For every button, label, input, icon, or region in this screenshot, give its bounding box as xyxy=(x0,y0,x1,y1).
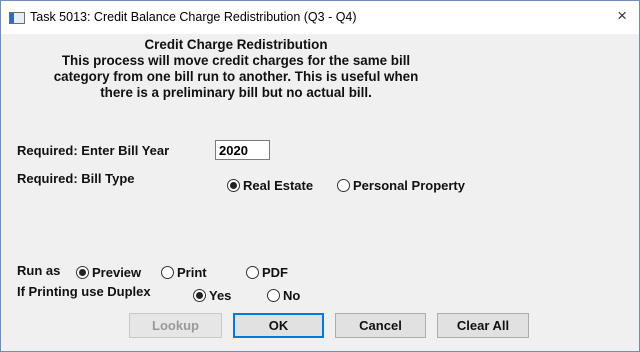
ok-button[interactable]: OK xyxy=(233,313,324,338)
close-icon[interactable]: × xyxy=(617,6,627,26)
title-bar[interactable]: Task 5013: Credit Balance Charge Redistr… xyxy=(1,1,639,34)
radio-preview[interactable]: Preview xyxy=(76,265,141,280)
radio-duplex-no-label: No xyxy=(283,288,301,303)
radio-personal-property-label: Personal Property xyxy=(353,178,465,193)
radio-pdf-label: PDF xyxy=(262,265,288,280)
description-title: Credit Charge Redistribution xyxy=(144,37,328,52)
radio-pdf-icon xyxy=(246,266,259,279)
radio-pdf[interactable]: PDF xyxy=(246,265,288,280)
radio-preview-label: Preview xyxy=(92,265,142,280)
bill-year-label: Required: Enter Bill Year xyxy=(17,143,170,158)
radio-duplex-yes-selected-icon xyxy=(193,289,206,302)
radio-duplex-no[interactable]: No xyxy=(267,288,300,303)
window-title: Task 5013: Credit Balance Charge Redistr… xyxy=(30,10,357,24)
app-window-icon xyxy=(9,12,25,24)
radio-print-label: Print xyxy=(177,265,207,280)
duplex-label: If Printing use Duplex xyxy=(17,284,151,299)
clear-all-button[interactable]: Clear All xyxy=(437,313,529,338)
description: Credit Charge Redistribution This proces… xyxy=(1,37,471,101)
description-line-1: This process will move credit charges fo… xyxy=(61,53,411,68)
radio-duplex-yes[interactable]: Yes xyxy=(193,288,231,303)
cancel-button[interactable]: Cancel xyxy=(335,313,426,338)
radio-duplex-yes-label: Yes xyxy=(209,288,232,303)
lookup-button[interactable]: Lookup xyxy=(129,313,222,338)
radio-real-estate-label: Real Estate xyxy=(243,178,314,193)
bill-year-input[interactable]: 2020 xyxy=(215,140,270,160)
bill-type-label: Required: Bill Type xyxy=(17,171,135,186)
radio-personal-property-icon xyxy=(337,179,350,192)
radio-personal-property[interactable]: Personal Property xyxy=(337,178,465,193)
radio-real-estate-selected-icon xyxy=(227,179,240,192)
radio-preview-selected-icon xyxy=(76,266,89,279)
radio-real-estate[interactable]: Real Estate xyxy=(227,178,313,193)
run-as-label: Run as xyxy=(17,263,61,278)
description-line-3: there is a preliminary bill but no actua… xyxy=(100,85,372,100)
radio-duplex-no-icon xyxy=(267,289,280,302)
radio-print-icon xyxy=(161,266,174,279)
dialog-window: Task 5013: Credit Balance Charge Redistr… xyxy=(0,0,640,352)
radio-print[interactable]: Print xyxy=(161,265,207,280)
description-line-2: category from one bill run to another. T… xyxy=(53,69,419,84)
